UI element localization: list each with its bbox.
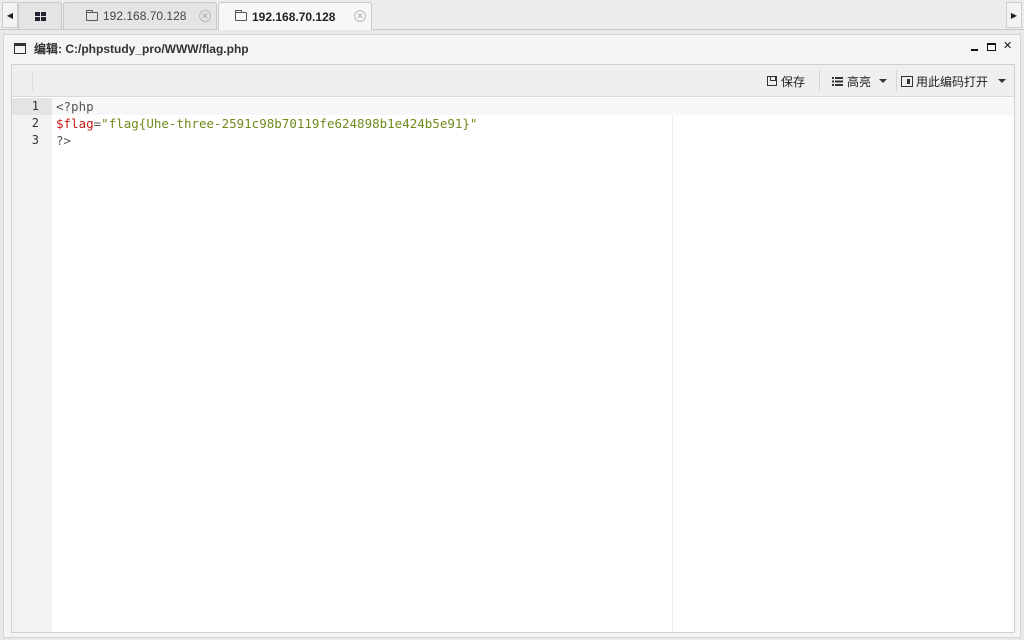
line-number: 1 [12, 98, 52, 115]
save-icon [767, 76, 777, 86]
minimize-icon[interactable] [971, 41, 980, 51]
highlight-dropdown[interactable]: 高亮 [832, 72, 888, 90]
line-source: <?php [56, 98, 94, 115]
tab-host-2-active[interactable]: 192.168.70.128 ✕ [218, 2, 372, 30]
tab-home[interactable] [18, 2, 62, 29]
list-icon [832, 76, 843, 86]
chevron-down-icon [879, 79, 888, 83]
editor-frame: 保存 高亮 用此编码打开 1 <?php 2 $flag="flag{Uhe-thre… [11, 64, 1015, 633]
highlight-label: 高亮 [847, 74, 872, 89]
line-number: 2 [31, 116, 39, 130]
close-tab-icon[interactable]: ✕ [354, 10, 366, 22]
tab-host-1[interactable]: 192.168.70.128 ✕ [63, 2, 217, 29]
code-token: "flag{Uhe-three-2591c98b70119fe624898b1e… [101, 116, 478, 131]
tab-bar: ◀ 192.168.70.128 ✕ 192.168.70.128 ✕ ▶ [0, 0, 1024, 30]
open-with-encoding-dropdown[interactable]: 用此编码打开 [901, 72, 1007, 90]
line-number-gutter [12, 98, 52, 632]
chevron-down-icon [998, 79, 1007, 83]
window-icon [14, 42, 26, 54]
toolbar-divider [896, 70, 897, 92]
encoding-icon [901, 75, 913, 87]
line-source: ?> [56, 132, 71, 149]
grid-icon [34, 11, 46, 21]
folder-icon [86, 9, 98, 21]
code-line[interactable]: 2 $flag="flag{Uhe-three-2591c98b70119fe62… [12, 115, 1014, 132]
window-controls: ✕ [971, 41, 1012, 52]
close-tab-icon[interactable]: ✕ [199, 10, 211, 22]
code-token: ?> [56, 133, 72, 148]
line-source: $flag="flag{Uhe-three-2591c98b70119fe624… [56, 115, 477, 132]
save-button[interactable]: 保存 [767, 72, 805, 90]
code-line[interactable]: 3 ?> [12, 132, 1014, 149]
close-icon[interactable]: ✕ [1003, 41, 1012, 52]
toolbar-divider [819, 70, 820, 92]
code-editor[interactable]: 1 <?php 2 $flag="flag{Uhe-three-2591c98b701… [12, 98, 1014, 632]
code-token: $flag [56, 116, 94, 131]
line-number: 3 [31, 133, 39, 147]
code-token: <?php [56, 99, 94, 114]
tab-label: 192.168.70.128 [252, 9, 336, 24]
toolbar-divider [32, 71, 33, 91]
tab-label: 192.168.70.128 [103, 9, 187, 23]
scroll-left-arrow-icon[interactable]: ◀ [2, 2, 18, 28]
maximize-icon[interactable] [987, 42, 996, 51]
window-title: 编辑: C:/phpstudy_pro/WWW/flag.php [34, 41, 249, 56]
encoding-label: 用此编码打开 [916, 74, 989, 89]
editor-toolbar: 保存 高亮 用此编码打开 [12, 65, 1014, 97]
folder-icon [235, 10, 247, 21]
code-line[interactable]: 1 <?php [12, 98, 1014, 115]
window-header: 编辑: C:/phpstudy_pro/WWW/flag.php [4, 35, 1020, 61]
print-margin [672, 98, 673, 632]
editor-window: 编辑: C:/phpstudy_pro/WWW/flag.php ✕ 保存 高亮… [3, 34, 1021, 638]
scroll-right-arrow-icon[interactable]: ▶ [1006, 2, 1022, 28]
save-button-label: 保存 [781, 74, 806, 89]
